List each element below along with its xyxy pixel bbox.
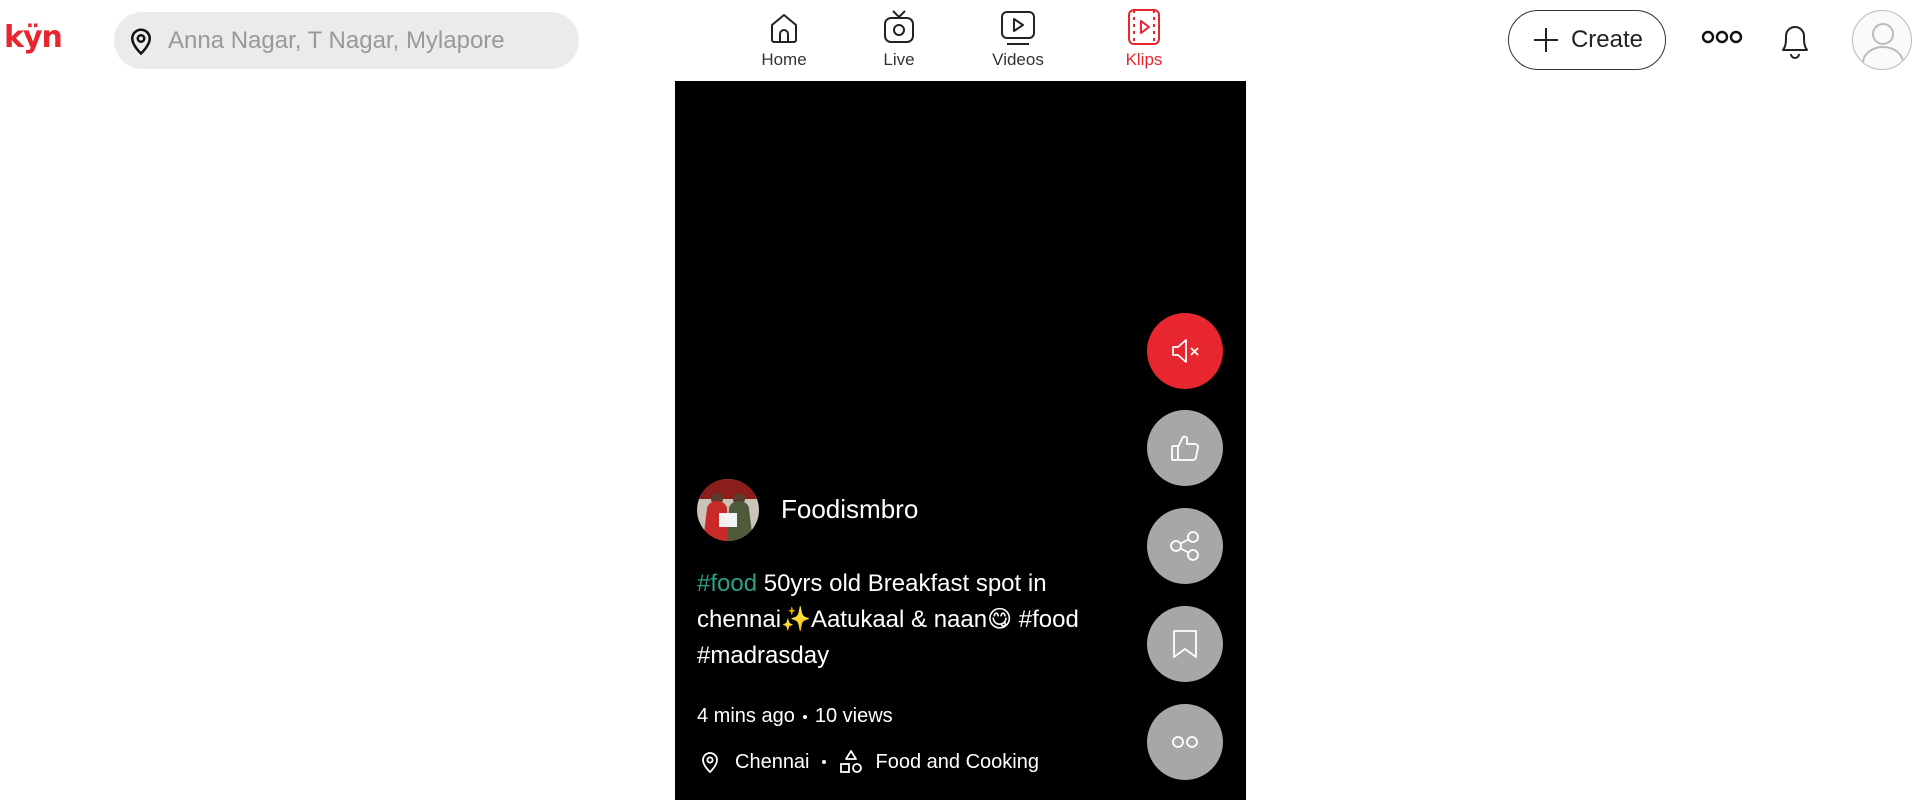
view-count: 10 views	[814, 705, 893, 727]
share-button[interactable]	[1147, 508, 1223, 584]
category-label[interactable]: Food and Cooking	[876, 751, 1039, 774]
location-pin-icon	[130, 28, 152, 55]
thumbs-up-icon	[1171, 435, 1199, 461]
author-avatar[interactable]	[697, 479, 759, 541]
user-avatar-icon[interactable]	[1852, 10, 1912, 70]
klips-icon	[1128, 9, 1160, 45]
klip-stats: 4 mins ago 10 views	[697, 705, 893, 728]
nav-klips[interactable]: Klips	[1116, 6, 1172, 74]
nav-videos[interactable]: Videos	[986, 6, 1050, 74]
separator-dot	[821, 760, 826, 764]
top-header: kÿn Home Live Videos	[0, 0, 1920, 80]
create-button-label: Create	[1570, 26, 1644, 53]
save-button[interactable]	[1147, 606, 1223, 682]
nav-live-label: Live	[883, 50, 915, 69]
category-shapes-icon	[839, 750, 862, 773]
bell-icon[interactable]	[1774, 16, 1816, 62]
share-icon	[1170, 531, 1199, 561]
more-dots-icon	[1172, 736, 1198, 748]
location-label[interactable]: Chennai	[735, 751, 810, 774]
author-name[interactable]: Foodismbro	[781, 494, 918, 525]
nav-home-label: Home	[761, 50, 807, 69]
klip-location-category: Chennai Food and Cooking	[697, 749, 1039, 775]
nav-klips-label: Klips	[1125, 50, 1163, 69]
hashtag-link[interactable]: #food	[697, 570, 757, 597]
time-ago: 4 mins ago	[697, 705, 795, 727]
more-options-button[interactable]	[1147, 704, 1223, 780]
more-dots-icon[interactable]	[1700, 24, 1744, 50]
location-search-bar[interactable]	[114, 12, 579, 69]
create-button[interactable]: Create	[1508, 10, 1666, 70]
location-search-input[interactable]	[166, 25, 566, 56]
nav-live[interactable]: Live	[874, 6, 924, 74]
location-pin-icon	[702, 752, 718, 774]
kyn-logo[interactable]: kÿn	[4, 20, 63, 55]
mute-button[interactable]	[1147, 313, 1223, 389]
nav-home[interactable]: Home	[756, 6, 812, 74]
nav-videos-label: Videos	[992, 50, 1044, 69]
bookmark-icon	[1173, 630, 1197, 658]
klip-caption: #food 50yrs old Breakfast spot in chenna…	[697, 566, 1117, 674]
video-play-icon	[1001, 11, 1035, 45]
home-icon	[771, 14, 797, 43]
plus-icon	[1533, 28, 1558, 52]
live-tv-icon	[884, 10, 914, 43]
mute-icon	[1172, 339, 1199, 363]
like-button[interactable]	[1147, 410, 1223, 486]
separator-dot	[802, 714, 807, 719]
klip-video-player[interactable]: Foodismbro #food 50yrs old Breakfast spo…	[675, 81, 1246, 800]
